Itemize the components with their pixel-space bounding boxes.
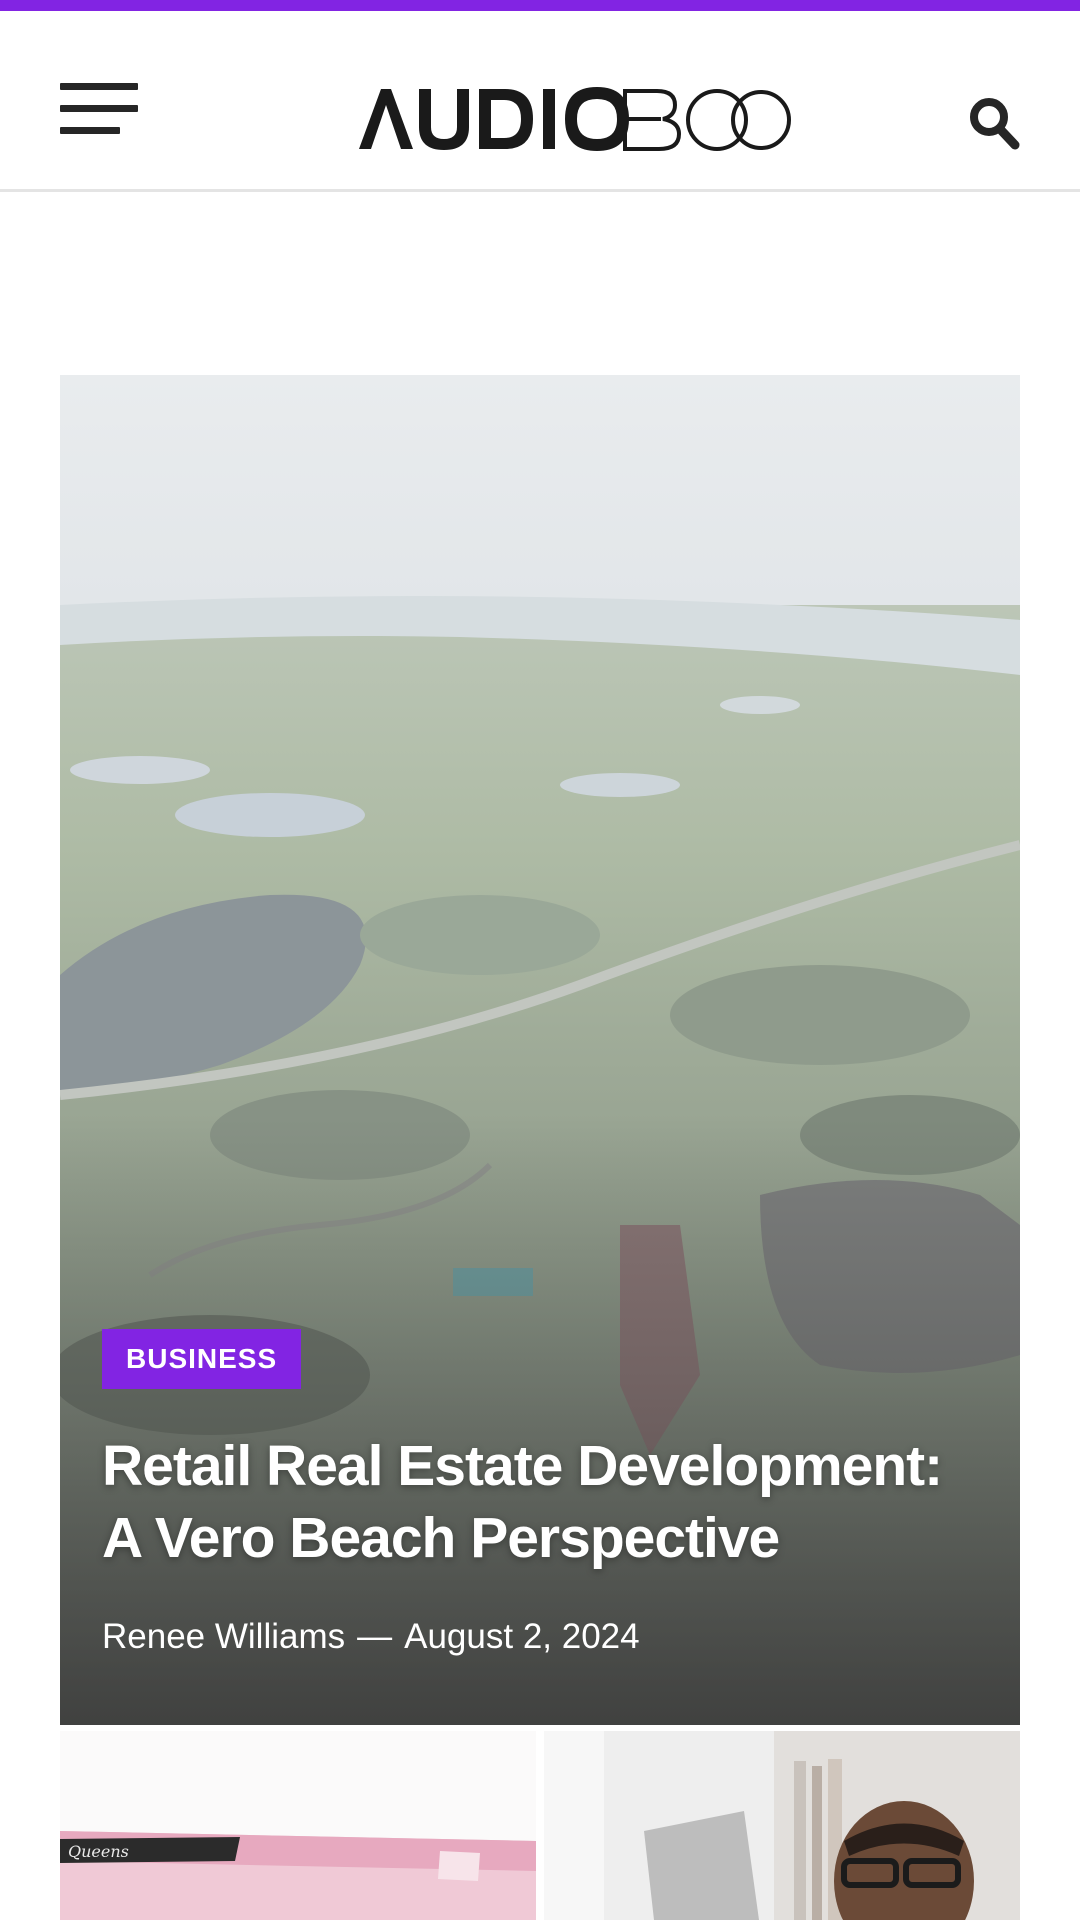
hamburger-menu-icon[interactable]	[60, 83, 138, 135]
top-accent-bar	[0, 0, 1080, 11]
article-title[interactable]: Retail Real Estate Development: A Vero B…	[102, 1430, 982, 1574]
author-name[interactable]: Renee Williams	[102, 1617, 345, 1656]
article-meta: Renee Williams — August 2, 2024	[102, 1615, 640, 1659]
product-label-text: Queens	[68, 1842, 129, 1861]
search-icon[interactable]	[968, 96, 1020, 150]
publish-date: August 2, 2024	[404, 1617, 640, 1656]
featured-article[interactable]: BUSINESS Retail Real Estate Development:…	[60, 375, 1020, 1725]
site-header	[0, 11, 1080, 192]
site-logo[interactable]	[357, 79, 793, 155]
meta-separator: —	[357, 1617, 393, 1656]
article-card-thumbnail[interactable]: Queens	[60, 1731, 536, 1920]
article-card-thumbnail[interactable]	[544, 1731, 1020, 1920]
category-badge[interactable]: BUSINESS	[102, 1329, 302, 1389]
